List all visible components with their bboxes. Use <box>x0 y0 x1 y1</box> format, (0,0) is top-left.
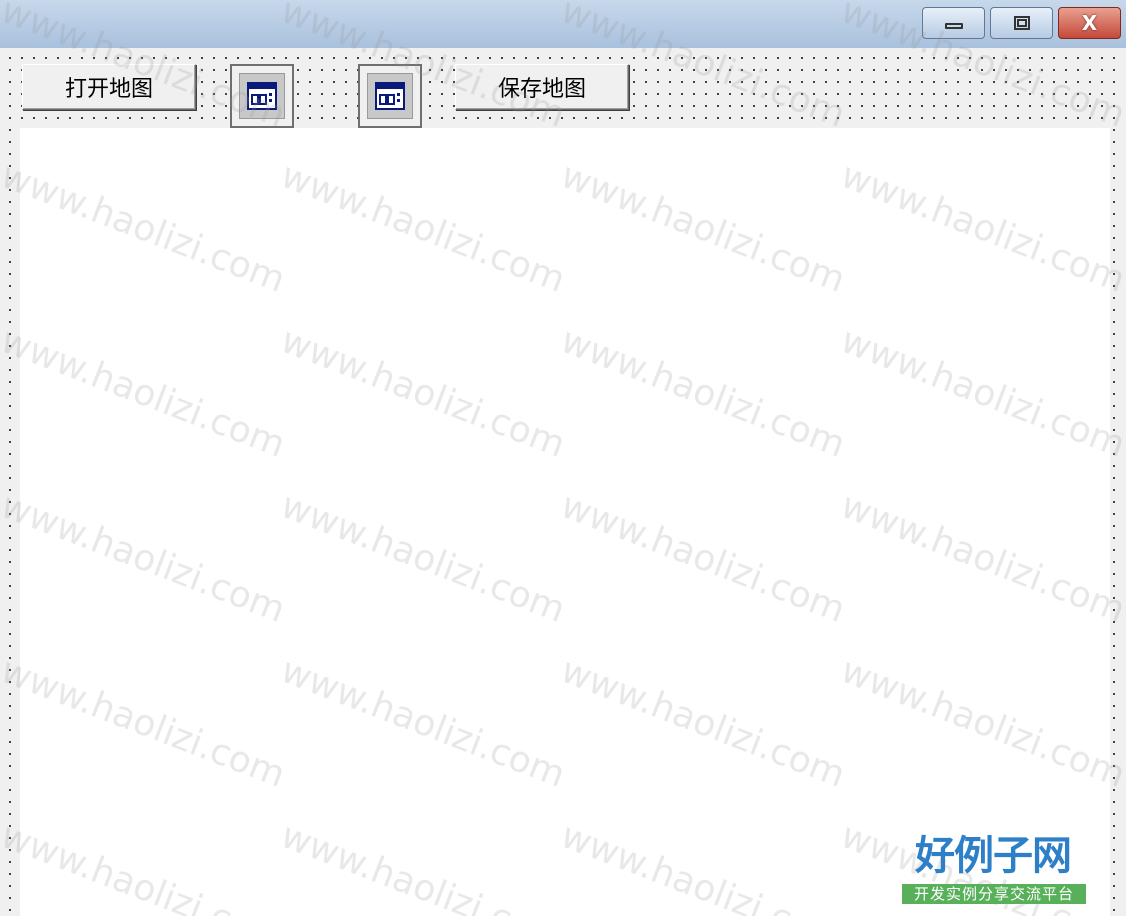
window-icon <box>375 82 405 110</box>
open-map-label: 打开地图 <box>64 77 153 102</box>
close-icon: X <box>1081 11 1098 35</box>
toolbar-control-2[interactable] <box>358 64 422 128</box>
save-map-button[interactable]: 保存地图 <box>455 64 629 110</box>
logo-title: 好例子网 <box>915 832 1072 879</box>
maximize-icon <box>1013 16 1030 30</box>
logo-subtitle: 开发实例分享交流平台 <box>902 884 1086 904</box>
title-bar[interactable]: X <box>0 0 1126 48</box>
toolbar-control-1[interactable] <box>230 64 294 128</box>
minimize-button[interactable] <box>922 7 985 39</box>
app-window: X 打开地图 保存地图 <box>0 0 1126 916</box>
window-icon <box>247 82 277 110</box>
close-button[interactable]: X <box>1058 7 1121 39</box>
minimize-icon <box>944 23 963 29</box>
toolbar-control-1-face <box>239 73 285 119</box>
map-control[interactable] <box>20 128 1110 916</box>
save-map-label: 保存地图 <box>497 77 586 102</box>
maximize-button[interactable] <box>990 7 1053 39</box>
toolbar-control-2-face <box>367 73 413 119</box>
open-map-button[interactable]: 打开地图 <box>22 64 196 110</box>
haolizi-logo: 好例子网 开发实例分享交流平台 <box>900 832 1086 906</box>
